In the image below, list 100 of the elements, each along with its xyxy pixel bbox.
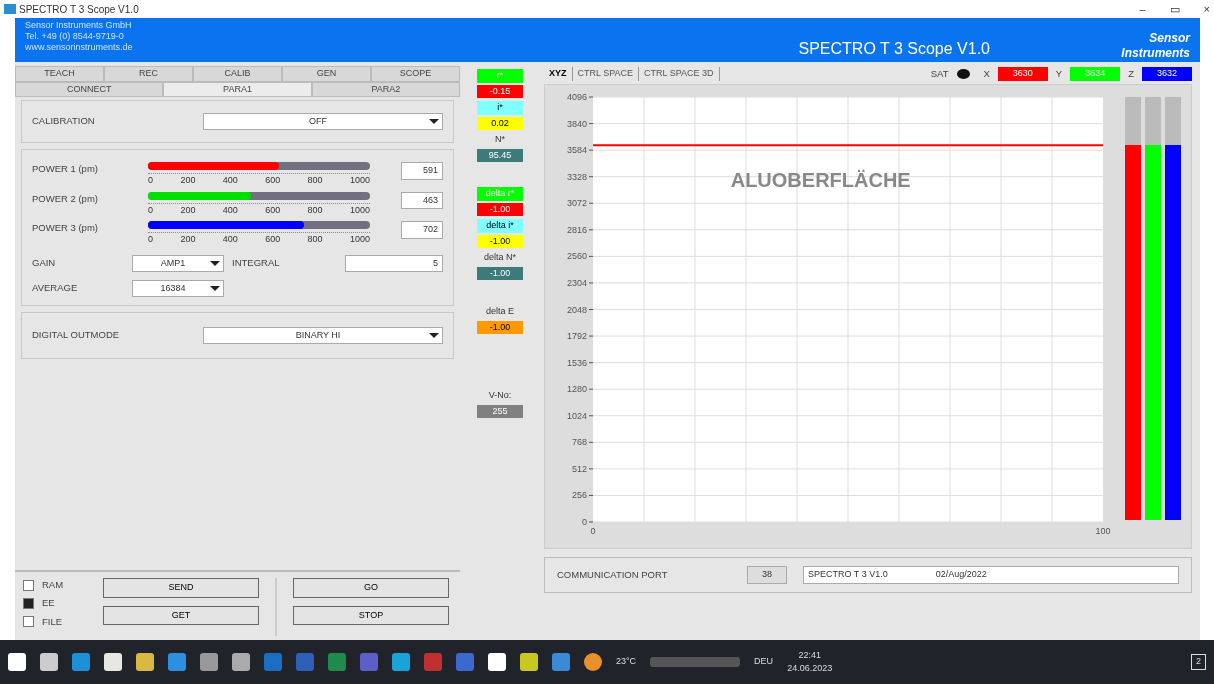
readout-label: N* [494,133,506,146]
action-button[interactable]: SEND [103,578,259,598]
gain-label: GAIN [32,256,57,271]
app-icon [4,4,16,14]
value-field[interactable]: 591 [401,162,443,180]
axis-tick-label: 3584 [566,145,587,156]
chart-tab[interactable]: XYZ [544,67,573,81]
axis-tick-label: 2816 [566,224,587,235]
sat-label: SAT [930,66,949,81]
scale-label: 800 [307,174,323,187]
xyz-value: 3632 [1142,67,1192,81]
gain-dropdown[interactable]: AMP1 [132,254,224,272]
integral-field[interactable]: 5 [345,254,443,272]
action-button[interactable]: GET [103,605,259,625]
value-field[interactable]: 702 [401,221,443,239]
integral-label: INTEGRAL [232,256,281,271]
checkbox-label: EE [42,596,55,611]
calibration-dropdown[interactable]: OFF [203,113,443,130]
language-indicator[interactable]: DEU [754,655,774,669]
chart-annotation: ALUOBERFLÄCHE [730,168,911,191]
app-icon[interactable] [520,653,538,671]
slider-track[interactable] [148,191,370,200]
chart-tab[interactable]: CTRL SPACE 3D [639,67,720,81]
chart-tab[interactable]: CTRL SPACE [572,67,640,81]
company-info: Sensor Instruments GmbH [25,20,133,31]
port-label: COMMUNICATION PORT [557,567,669,582]
axis-tick-label: 2304 [566,277,587,288]
scale-label: 1000 [349,233,370,246]
axis-tick-label: 3328 [566,171,587,182]
readout-label: i* [477,101,523,115]
maximize-button[interactable]: ▭ [1169,0,1180,18]
app-icon[interactable] [392,653,410,671]
tab[interactable]: REC [104,66,193,82]
slider-track[interactable] [148,221,370,229]
readout-label: delta i* [477,219,523,233]
xyz-value: 3634 [1070,67,1121,81]
readout-label: delta N* [483,251,517,264]
axis-tick-label: 0 [582,517,587,527]
readout-value: -0.15 [477,84,523,98]
axis-tick-label: 1536 [566,357,587,368]
notification-count[interactable]: 2 [1191,654,1206,670]
logo-text: Instruments [1120,45,1190,60]
power-label: POWER 3 (pm) [32,221,99,235]
readout-value: -1.00 [477,266,523,280]
scale-label: 200 [180,233,196,246]
tab[interactable]: SCOPE [371,66,460,82]
readout-value: 0.02 [477,116,523,130]
scale-label: 200 [180,174,196,187]
axis-label: Z [1128,66,1134,81]
axis-tick-label: 1280 [566,384,587,395]
weather-temp: 23°C [616,655,637,669]
app-icon[interactable] [424,653,442,671]
scale-label: 200 [180,203,196,217]
outmode-label: DIGITAL OUTMODE [32,328,120,343]
scale-label: 1000 [349,203,370,217]
axis-label: X [983,66,990,81]
scale-label: 400 [222,174,238,187]
tab[interactable]: GEN [282,66,371,82]
app-icon[interactable] [200,653,218,671]
axis-tick-label: 2048 [566,304,587,315]
clock-date[interactable]: 24.06.2023 [787,662,833,676]
scale-label: 1000 [349,174,370,187]
checkbox[interactable] [23,579,34,591]
readout-label: delta E [485,305,515,318]
app-title: SPECTRO T 3 Scope V1.0 [798,38,990,58]
readout-label: r* [477,69,523,83]
clock-time[interactable]: 22:41 [787,648,833,662]
checkbox[interactable] [23,616,34,628]
power-label: POWER 2 (pm) [32,191,99,206]
axis-tick-label: 3840 [566,118,587,129]
app-icon[interactable] [456,653,474,671]
average-dropdown[interactable]: 16384 [132,280,224,297]
app-icon[interactable] [232,653,250,671]
minimize-button[interactable]: – [1139,0,1146,18]
scale-label: 400 [222,233,238,246]
axis-tick-label: 4096 [566,92,587,102]
readout-value: 95.45 [477,148,523,162]
scale-label: 600 [265,174,281,187]
close-button[interactable]: × [1203,0,1210,18]
power-label: POWER 1 (pm) [32,162,99,176]
readout-value: -1.00 [477,202,523,216]
window-title: SPECTRO T 3 Scope V1.0 [19,2,139,17]
tab[interactable]: TEACH [15,66,104,82]
axis-tick-label: 2560 [566,251,587,262]
axis-tick-label: 768 [571,437,587,448]
scale-label: 600 [265,203,281,217]
axis-tick-label: 3072 [566,198,587,209]
readout-value: -1.00 [477,320,523,334]
scale-label: 0 [148,174,153,187]
action-button[interactable]: GO [293,578,449,598]
port-field[interactable]: 38 [747,566,787,584]
axis-tick-label: 512 [571,463,587,474]
outmode-dropdown[interactable]: BINARY HI [203,327,443,344]
company-info: Tel. +49 (0) 8544-9719-0 [25,30,125,42]
tab[interactable]: CALIB [193,66,282,82]
slider-track[interactable] [148,162,370,170]
action-button[interactable]: STOP [293,605,449,625]
axis-tick-label: 1024 [566,410,587,421]
value-field[interactable]: 463 [401,191,443,209]
checkbox[interactable] [23,597,34,609]
